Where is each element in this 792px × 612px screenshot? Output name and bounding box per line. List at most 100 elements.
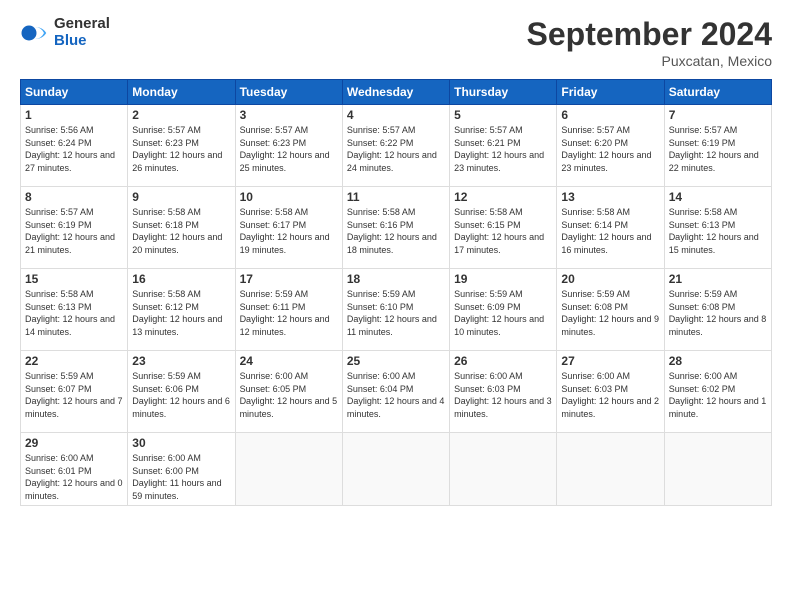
calendar-week-row: 29 Sunrise: 6:00 AMSunset: 6:01 PMDayligh… <box>21 433 772 506</box>
day-number: 18 <box>347 272 445 286</box>
day-number: 16 <box>132 272 230 286</box>
page-header: General Blue September 2024 Puxcatan, Me… <box>20 16 772 69</box>
day-info: Sunrise: 5:58 AMSunset: 6:14 PMDaylight:… <box>561 206 659 256</box>
day-number: 6 <box>561 108 659 122</box>
day-info: Sunrise: 6:00 AMSunset: 6:01 PMDaylight:… <box>25 452 123 502</box>
day-number: 4 <box>347 108 445 122</box>
day-info: Sunrise: 5:59 AMSunset: 6:08 PMDaylight:… <box>669 288 767 338</box>
table-row: 11 Sunrise: 5:58 AMSunset: 6:16 PMDayligh… <box>342 187 449 269</box>
table-row: 15 Sunrise: 5:58 AMSunset: 6:13 PMDayligh… <box>21 269 128 351</box>
day-number: 14 <box>669 190 767 204</box>
day-number: 7 <box>669 108 767 122</box>
day-number: 30 <box>132 436 230 450</box>
table-row: 23Sunrise: 5:59 AMSunset: 6:06 PMDayligh… <box>128 351 235 433</box>
table-row: 6 Sunrise: 5:57 AMSunset: 6:20 PMDaylight… <box>557 105 664 187</box>
day-info: Sunrise: 5:57 AMSunset: 6:22 PMDaylight:… <box>347 124 445 174</box>
table-row: 10 Sunrise: 5:58 AMSunset: 6:17 PMDayligh… <box>235 187 342 269</box>
day-info: Sunrise: 5:57 AMSunset: 6:20 PMDaylight:… <box>561 124 659 174</box>
location: Puxcatan, Mexico <box>527 53 772 69</box>
logo-text: General Blue <box>54 16 110 49</box>
day-number: 1 <box>25 108 123 122</box>
table-row: 20 Sunrise: 5:59 AMSunset: 6:08 PMDayligh… <box>557 269 664 351</box>
table-row <box>342 433 449 506</box>
logo-general: General <box>54 16 110 33</box>
table-row: 12 Sunrise: 5:58 AMSunset: 6:15 PMDayligh… <box>450 187 557 269</box>
day-number: 5 <box>454 108 552 122</box>
day-info: Sunrise: 5:59 AMSunset: 6:10 PMDaylight:… <box>347 288 445 338</box>
calendar-week-row: 1Sunrise: 5:56 AMSunset: 6:24 PMDaylight… <box>21 105 772 187</box>
table-row: 5 Sunrise: 5:57 AMSunset: 6:21 PMDaylight… <box>450 105 557 187</box>
day-number: 2 <box>132 108 230 122</box>
day-info: Sunrise: 6:00 AMSunset: 6:04 PMDaylight:… <box>347 370 445 420</box>
table-row: 8 Sunrise: 5:57 AMSunset: 6:19 PMDaylight… <box>21 187 128 269</box>
table-row <box>557 433 664 506</box>
day-number: 25 <box>347 354 445 368</box>
day-number: 29 <box>25 436 123 450</box>
day-info: Sunrise: 5:58 AMSunset: 6:12 PMDaylight:… <box>132 288 230 338</box>
col-thursday: Thursday <box>450 80 557 105</box>
table-row: 30 Sunrise: 6:00 AMSunset: 6:00 PMDayligh… <box>128 433 235 506</box>
table-row: 7 Sunrise: 5:57 AMSunset: 6:19 PMDaylight… <box>664 105 771 187</box>
day-number: 12 <box>454 190 552 204</box>
day-number: 8 <box>25 190 123 204</box>
day-number: 19 <box>454 272 552 286</box>
table-row: 28Sunrise: 6:00 AMSunset: 6:02 PMDayligh… <box>664 351 771 433</box>
calendar-page: General Blue September 2024 Puxcatan, Me… <box>0 0 792 612</box>
day-number: 28 <box>669 354 767 368</box>
table-row <box>450 433 557 506</box>
day-info: Sunrise: 6:00 AMSunset: 6:03 PMDaylight:… <box>561 370 659 420</box>
day-info: Sunrise: 5:58 AMSunset: 6:13 PMDaylight:… <box>669 206 767 256</box>
day-info: Sunrise: 5:57 AMSunset: 6:19 PMDaylight:… <box>25 206 123 256</box>
day-info: Sunrise: 5:59 AMSunset: 6:11 PMDaylight:… <box>240 288 338 338</box>
table-row <box>235 433 342 506</box>
day-number: 24 <box>240 354 338 368</box>
table-row: 24 Sunrise: 6:00 AMSunset: 6:05 PMDayligh… <box>235 351 342 433</box>
day-number: 3 <box>240 108 338 122</box>
day-info: Sunrise: 5:59 AMSunset: 6:06 PMDaylight:… <box>132 370 230 420</box>
table-row: 27Sunrise: 6:00 AMSunset: 6:03 PMDayligh… <box>557 351 664 433</box>
table-row <box>664 433 771 506</box>
day-number: 11 <box>347 190 445 204</box>
table-row: 29 Sunrise: 6:00 AMSunset: 6:01 PMDayligh… <box>21 433 128 506</box>
calendar-week-row: 8 Sunrise: 5:57 AMSunset: 6:19 PMDaylight… <box>21 187 772 269</box>
day-info: Sunrise: 5:57 AMSunset: 6:21 PMDaylight:… <box>454 124 552 174</box>
day-info: Sunrise: 6:00 AMSunset: 6:00 PMDaylight:… <box>132 452 230 502</box>
col-wednesday: Wednesday <box>342 80 449 105</box>
table-row: 1Sunrise: 5:56 AMSunset: 6:24 PMDaylight… <box>21 105 128 187</box>
day-number: 15 <box>25 272 123 286</box>
day-number: 13 <box>561 190 659 204</box>
calendar-week-row: 15 Sunrise: 5:58 AMSunset: 6:13 PMDayligh… <box>21 269 772 351</box>
day-number: 10 <box>240 190 338 204</box>
table-row: 19Sunrise: 5:59 AMSunset: 6:09 PMDayligh… <box>450 269 557 351</box>
col-friday: Friday <box>557 80 664 105</box>
day-number: 22 <box>25 354 123 368</box>
calendar-week-row: 22Sunrise: 5:59 AMSunset: 6:07 PMDayligh… <box>21 351 772 433</box>
table-row: 25 Sunrise: 6:00 AMSunset: 6:04 PMDayligh… <box>342 351 449 433</box>
table-row: 21 Sunrise: 5:59 AMSunset: 6:08 PMDayligh… <box>664 269 771 351</box>
day-info: Sunrise: 5:58 AMSunset: 6:16 PMDaylight:… <box>347 206 445 256</box>
table-row: 14 Sunrise: 5:58 AMSunset: 6:13 PMDayligh… <box>664 187 771 269</box>
day-info: Sunrise: 5:58 AMSunset: 6:17 PMDaylight:… <box>240 206 338 256</box>
table-row: 17Sunrise: 5:59 AMSunset: 6:11 PMDayligh… <box>235 269 342 351</box>
table-row: 18 Sunrise: 5:59 AMSunset: 6:10 PMDayligh… <box>342 269 449 351</box>
col-sunday: Sunday <box>21 80 128 105</box>
day-info: Sunrise: 5:59 AMSunset: 6:08 PMDaylight:… <box>561 288 659 338</box>
table-row: 2 Sunrise: 5:57 AMSunset: 6:23 PMDaylight… <box>128 105 235 187</box>
day-info: Sunrise: 5:57 AMSunset: 6:23 PMDaylight:… <box>132 124 230 174</box>
day-info: Sunrise: 5:58 AMSunset: 6:18 PMDaylight:… <box>132 206 230 256</box>
table-row: 22Sunrise: 5:59 AMSunset: 6:07 PMDayligh… <box>21 351 128 433</box>
day-number: 9 <box>132 190 230 204</box>
day-number: 21 <box>669 272 767 286</box>
day-info: Sunrise: 6:00 AMSunset: 6:03 PMDaylight:… <box>454 370 552 420</box>
col-tuesday: Tuesday <box>235 80 342 105</box>
day-info: Sunrise: 5:58 AMSunset: 6:15 PMDaylight:… <box>454 206 552 256</box>
day-info: Sunrise: 5:57 AMSunset: 6:19 PMDaylight:… <box>669 124 767 174</box>
title-area: September 2024 Puxcatan, Mexico <box>527 16 772 69</box>
day-number: 26 <box>454 354 552 368</box>
table-row: 26 Sunrise: 6:00 AMSunset: 6:03 PMDayligh… <box>450 351 557 433</box>
day-info: Sunrise: 5:58 AMSunset: 6:13 PMDaylight:… <box>25 288 123 338</box>
calendar-table: Sunday Monday Tuesday Wednesday Thursday… <box>20 79 772 506</box>
day-number: 20 <box>561 272 659 286</box>
day-info: Sunrise: 6:00 AMSunset: 6:05 PMDaylight:… <box>240 370 338 420</box>
table-row: 16 Sunrise: 5:58 AMSunset: 6:12 PMDayligh… <box>128 269 235 351</box>
